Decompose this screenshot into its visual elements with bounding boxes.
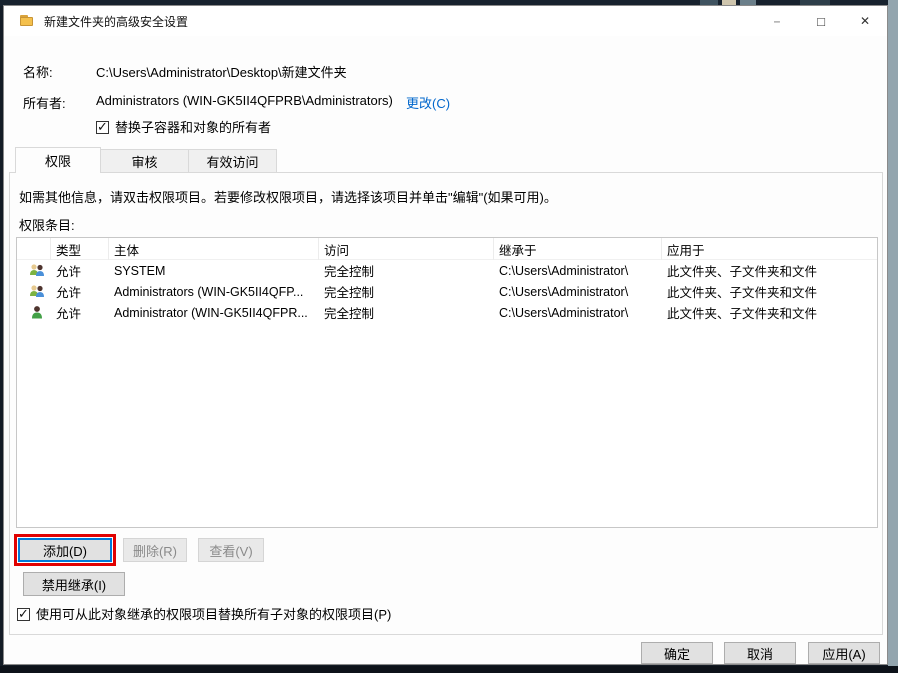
cell-access: 完全控制 — [324, 265, 375, 279]
cancel-button[interactable]: 取消 — [724, 642, 796, 664]
replace-child-checkbox-row[interactable]: 使用可从此对象继承的权限项目替换所有子对象的权限项目(P) — [17, 604, 391, 623]
column-header-access[interactable]: 访问 — [319, 238, 494, 260]
apply-button[interactable]: 应用(A) — [808, 642, 880, 664]
cell-access: 完全控制 — [324, 286, 375, 300]
desktop-background-right — [888, 0, 898, 666]
cell-inherited-from: C:\Users\Administrator\ — [499, 284, 629, 299]
cell-applies-to: 此文件夹、子文件夹和文件 — [667, 307, 818, 321]
cell-type: 允许 — [56, 286, 82, 300]
cell-inherited-from: C:\Users\Administrator\ — [499, 305, 629, 320]
cell-principal: SYSTEM — [114, 263, 166, 278]
advanced-security-settings-dialog: 新建文件夹的高级安全设置 – □ ✕ 名称: C:\Users\Administ… — [3, 5, 888, 665]
remove-button[interactable]: 删除(R) — [123, 538, 187, 562]
user-icon — [32, 305, 42, 318]
name-value: C:\Users\Administrator\Desktop\新建文件夹 — [96, 65, 347, 80]
replace-child-checkbox-label: 使用可从此对象继承的权限项目替换所有子对象的权限项目(P) — [36, 607, 392, 622]
permissions-tab-page: 如需其他信息，请双击权限项目。若要修改权限项目，请选择该项目并单击"编辑"(如果… — [9, 172, 883, 635]
cell-type: 允许 — [56, 265, 82, 279]
column-header-principal[interactable]: 主体 — [109, 238, 319, 260]
cell-access: 完全控制 — [324, 307, 375, 321]
replace-child-checkbox[interactable] — [17, 606, 30, 622]
minimize-button[interactable]: – — [755, 6, 799, 36]
desktop-background-bottom — [0, 666, 898, 673]
close-button[interactable]: ✕ — [843, 6, 887, 36]
cell-principal: Administrators (WIN-GK5II4QFP... — [114, 284, 304, 299]
owner-value: Administrators (WIN-GK5II4QFPRB\Administ… — [96, 93, 393, 108]
instruction-text: 如需其他信息，请双击权限项目。若要修改权限项目，请选择该项目并单击"编辑"(如果… — [19, 190, 557, 205]
maximize-button[interactable]: □ — [799, 6, 843, 36]
permission-entries-label: 权限条目: — [19, 218, 75, 233]
list-header-row: 类型 主体 访问 继承于 应用于 — [17, 238, 877, 260]
table-row[interactable]: 允许 Administrator (WIN-GK5II4QFPR... 完全控制… — [17, 302, 877, 323]
users-group-icon — [30, 284, 44, 297]
titlebar[interactable]: 新建文件夹的高级安全设置 – □ ✕ — [4, 6, 887, 36]
replace-owner-checkbox-row[interactable]: 替换子容器和对象的所有者 — [96, 117, 271, 136]
folder-icon — [19, 13, 35, 29]
table-row[interactable]: 允许 Administrators (WIN-GK5II4QFP... 完全控制… — [17, 281, 877, 302]
replace-owner-checkbox-label: 替换子容器和对象的所有者 — [115, 120, 272, 135]
name-label: 名称: — [23, 65, 53, 80]
cell-type: 允许 — [56, 307, 82, 321]
tab-effective-access[interactable]: 有效访问 — [189, 149, 277, 173]
replace-owner-checkbox[interactable] — [96, 119, 109, 135]
tab-permissions[interactable]: 权限 — [15, 147, 101, 173]
users-group-icon — [30, 263, 44, 276]
change-owner-link[interactable]: 更改(C) — [406, 93, 450, 112]
column-header-applies-to[interactable]: 应用于 — [662, 238, 877, 260]
cell-applies-to: 此文件夹、子文件夹和文件 — [667, 265, 818, 279]
cell-inherited-from: C:\Users\Administrator\ — [499, 263, 629, 278]
cell-applies-to: 此文件夹、子文件夹和文件 — [667, 286, 818, 300]
tab-auditing[interactable]: 审核 — [101, 149, 189, 173]
add-button[interactable]: 添加(D) — [18, 538, 112, 562]
permission-entries-list[interactable]: 类型 主体 访问 继承于 应用于 允许 SYSTEM 完全控制 C:\Users… — [16, 237, 878, 528]
column-header-type[interactable]: 类型 — [51, 238, 109, 260]
table-row[interactable]: 允许 SYSTEM 完全控制 C:\Users\Administrator\ 此… — [17, 260, 877, 281]
window-title: 新建文件夹的高级安全设置 — [44, 14, 189, 29]
tab-strip: 权限 审核 有效访问 — [15, 147, 277, 173]
column-header-inherited-from[interactable]: 继承于 — [494, 238, 662, 260]
cell-principal: Administrator (WIN-GK5II4QFPR... — [114, 305, 308, 320]
ok-button[interactable]: 确定 — [641, 642, 713, 664]
owner-label: 所有者: — [23, 96, 66, 111]
view-button[interactable]: 查看(V) — [198, 538, 264, 562]
column-icon-spacer — [17, 238, 51, 260]
disable-inheritance-button[interactable]: 禁用继承(I) — [23, 572, 125, 596]
